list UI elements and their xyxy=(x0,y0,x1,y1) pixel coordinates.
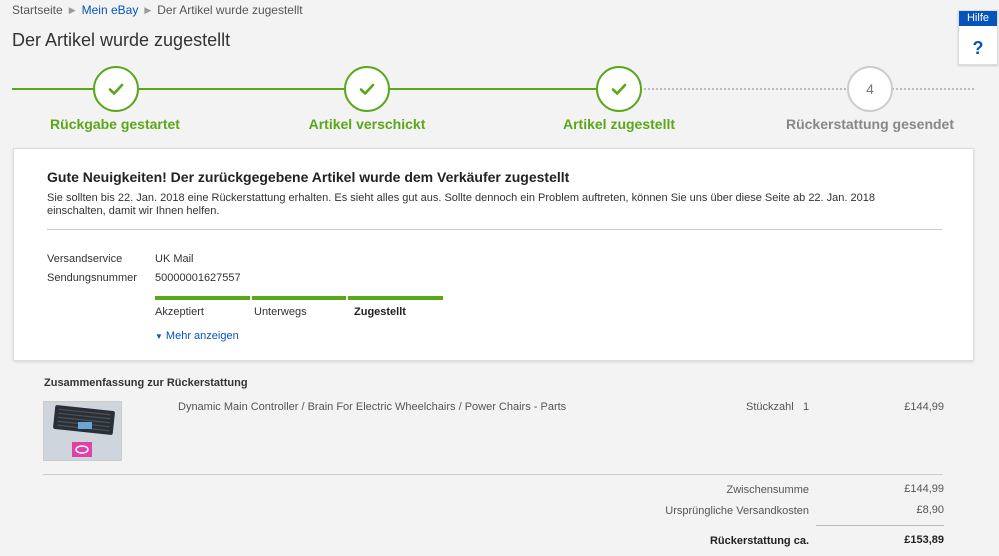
step-2-label: Artikel verschickt xyxy=(308,116,426,132)
show-more-label: Mehr anzeigen xyxy=(165,330,239,342)
breadcrumb-my-ebay-link[interactable]: Mein eBay xyxy=(82,3,139,17)
help-widget[interactable]: Hilfe ? xyxy=(958,10,998,65)
card-heading: Gute Neuigkeiten! Der zurückgegebene Art… xyxy=(47,169,570,185)
question-icon[interactable]: ? xyxy=(959,38,997,59)
shipping-service-label: Versandservice xyxy=(47,253,123,265)
card-message: Sie sollten bis 22. Jan. 2018 eine Rücke… xyxy=(47,192,875,217)
tracking-stage-accepted: Akzeptiert xyxy=(155,306,204,318)
step-1-check-icon xyxy=(93,66,139,112)
step-1-label: Rückgabe gestartet xyxy=(50,116,180,132)
original-shipping-value: £8,90 xyxy=(916,504,944,516)
tracking-stage-delivered: Zugestellt xyxy=(354,306,406,318)
quantity-value: 1 xyxy=(803,401,810,413)
refund-total-label: Rückerstattung ca. xyxy=(709,535,809,547)
product-image[interactable] xyxy=(43,401,122,461)
original-shipping-label: Ursprüngliche Versandkosten xyxy=(665,505,809,517)
show-more-link[interactable]: ▼ Mehr anzeigen xyxy=(155,330,239,342)
tracking-stage-in-transit: Unterwegs xyxy=(254,306,307,318)
tracking-bar-accepted xyxy=(155,296,250,300)
divider xyxy=(43,474,943,475)
page-title: Der Artikel wurde zugestellt xyxy=(12,30,231,50)
item-title-link[interactable]: Dynamic Main Controller / Brain For Elec… xyxy=(178,401,566,413)
step-3-check-icon xyxy=(596,66,642,112)
tracking-bar-in-transit xyxy=(252,296,346,300)
step-4-number: 4 xyxy=(847,66,893,112)
divider xyxy=(816,525,944,526)
help-tab[interactable]: Hilfe xyxy=(959,11,997,26)
chevron-right-icon: ▶ xyxy=(68,4,76,15)
delivery-status-card: Gute Neuigkeiten! Der zurückgegebene Art… xyxy=(13,148,974,361)
subtotal-value: £144,99 xyxy=(904,483,944,495)
caret-down-icon: ▼ xyxy=(155,331,163,341)
tracking-number-label: Sendungsnummer xyxy=(47,272,137,284)
progress-tracker: 4 Rückgabe gestartet Artikel verschickt … xyxy=(0,64,999,148)
divider xyxy=(47,229,942,230)
chevron-right-icon: ▶ xyxy=(144,4,152,15)
breadcrumb-current: Der Artikel wurde zugestellt xyxy=(157,3,303,17)
step-3-label: Artikel zugestellt xyxy=(562,116,676,132)
refund-summary-title: Zusammenfassung zur Rückerstattung xyxy=(44,377,248,389)
progress-line-pending xyxy=(619,88,974,90)
step-2-check-icon xyxy=(344,66,390,112)
step-4-label: Rückerstattung gesendet xyxy=(785,116,955,132)
breadcrumb: Startseite ▶ Mein eBay ▶ Der Artikel wur… xyxy=(12,3,303,17)
shipping-service-value: UK Mail xyxy=(155,253,194,265)
item-price: £144,99 xyxy=(904,401,944,413)
subtotal-label: Zwischensumme xyxy=(726,484,809,496)
tracking-bar-delivered xyxy=(348,296,443,300)
breadcrumb-home-link[interactable]: Startseite xyxy=(12,3,63,17)
refund-total-value: £153,89 xyxy=(904,534,944,546)
tracking-number-value: 50000001627557 xyxy=(155,272,241,284)
quantity-label: Stückzahl xyxy=(746,401,794,413)
